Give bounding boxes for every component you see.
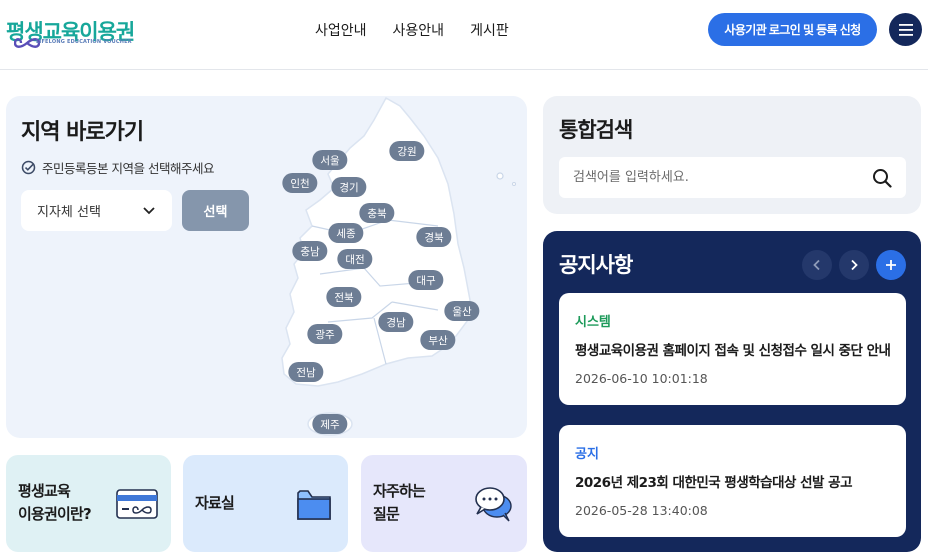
korea-map: 서울 강원 인천 경기 충북 세종 경북 충남 대전 대구 전북 울산 경남 광… (268, 96, 527, 438)
notice-next-button[interactable] (839, 250, 869, 280)
integrated-search-panel: 통합검색 (543, 96, 921, 214)
tile-library-label: 자료실 (195, 494, 235, 512)
tile-faq[interactable]: 자주하는 질문 (361, 455, 527, 552)
search-title: 통합검색 (559, 118, 633, 142)
region-hint-text: 주민등록등본 지역을 선택해주세요 (42, 161, 214, 176)
region-label-sejong[interactable]: 세종 (328, 223, 364, 243)
search-box (559, 157, 906, 198)
region-label-busan[interactable]: 부산 (420, 330, 456, 350)
tile-about-line2: 이용권이란? (18, 505, 92, 523)
logo-subtitle: LIFELONG EDUCATION VOUCHER (36, 39, 132, 45)
notice-date: 2026-05-28 13:40:08 (575, 503, 708, 518)
hamburger-icon (898, 23, 913, 36)
nav-usage[interactable]: 사용안내 (393, 20, 445, 40)
nav-business[interactable]: 사업안내 (315, 20, 367, 40)
region-label-jeonbuk[interactable]: 전북 (326, 287, 362, 307)
tile-about-label: 평생교육 이용권이란? (18, 480, 92, 526)
chevron-right-icon (851, 259, 858, 271)
region-label-daejeon[interactable]: 대전 (337, 249, 373, 269)
notice-add-button[interactable] (876, 250, 906, 280)
region-label-daegu[interactable]: 대구 (408, 270, 444, 290)
search-input[interactable] (559, 157, 859, 198)
notice-category: 시스템 (575, 315, 611, 330)
region-label-gyeongnam[interactable]: 경남 (378, 312, 414, 332)
tile-faq-label: 자주하는 질문 (373, 480, 426, 526)
region-label-jeonnam[interactable]: 전남 (288, 362, 324, 382)
tile-faq-line1: 자주하는 (373, 482, 426, 500)
chevron-down-icon (143, 207, 155, 215)
region-hint: 주민등록등본 지역을 선택해주세요 (21, 158, 214, 177)
municipality-select-value: 지자체 선택 (37, 205, 101, 220)
select-button[interactable]: 선택 (182, 190, 249, 231)
plus-icon (886, 260, 896, 270)
region-label-incheon[interactable]: 인천 (282, 173, 318, 193)
notice-panel: 공지사항 시스템 평생교육이용권 홈페이지 접속 및 신청접수 일시 중단 안내… (543, 231, 921, 552)
region-title: 지역 바로가기 (21, 120, 144, 145)
tile-about-line1: 평생교육 (18, 482, 71, 500)
tile-faq-line2: 질문 (373, 505, 400, 523)
region-label-gangwon[interactable]: 강원 (389, 141, 425, 161)
check-circle-icon (21, 160, 36, 175)
notice-date: 2026-06-10 10:01:18 (575, 371, 708, 386)
folder-icon (297, 490, 331, 520)
chevron-left-icon (813, 259, 820, 271)
login-button[interactable]: 사용기관 로그인 및 등록 신청 (708, 13, 877, 46)
menu-button[interactable] (889, 13, 922, 46)
site-header: 평생교육이용권 LIFELONG EDUCATION VOUCHER 사업안내 … (0, 0, 928, 70)
region-label-seoul[interactable]: 서울 (312, 150, 348, 170)
notice-card[interactable]: 시스템 평생교육이용권 홈페이지 접속 및 신청접수 일시 중단 안내 2026… (559, 293, 906, 405)
main-nav: 사업안내 사용안내 게시판 (315, 20, 509, 40)
card-icon (116, 489, 158, 519)
notice-item-title: 평생교육이용권 홈페이지 접속 및 신청접수 일시 중단 안내 (575, 343, 891, 359)
region-label-gwangju[interactable]: 광주 (307, 324, 343, 344)
region-label-gyeonggi[interactable]: 경기 (331, 177, 367, 197)
notice-category: 공지 (575, 447, 599, 462)
tile-library[interactable]: 자료실 (183, 455, 348, 552)
region-label-chungbuk[interactable]: 충북 (359, 203, 395, 223)
notice-item-title: 2026년 제23회 대한민국 평생학습대상 선발 공고 (575, 475, 853, 491)
region-shortcut-panel: 지역 바로가기 주민등록등본 지역을 선택해주세요 지자체 선택 선택 서울 강… (6, 96, 527, 438)
chat-bubble-icon (475, 487, 512, 522)
search-icon[interactable] (872, 168, 892, 188)
region-label-jeju[interactable]: 제주 (312, 414, 348, 434)
site-logo[interactable]: 평생교육이용권 LIFELONG EDUCATION VOUCHER (6, 16, 135, 52)
notice-prev-button[interactable] (802, 250, 832, 280)
region-label-gyeongbuk[interactable]: 경북 (416, 227, 452, 247)
region-label-ulsan[interactable]: 울산 (444, 301, 480, 321)
municipality-select[interactable]: 지자체 선택 (21, 190, 172, 231)
region-label-chungnam[interactable]: 충남 (292, 241, 328, 261)
notice-title: 공지사항 (559, 253, 633, 277)
tile-about-voucher[interactable]: 평생교육 이용권이란? (6, 455, 171, 552)
notice-card[interactable]: 공지 2026년 제23회 대한민국 평생학습대상 선발 공고 2026-05-… (559, 425, 906, 537)
nav-board[interactable]: 게시판 (470, 20, 509, 40)
